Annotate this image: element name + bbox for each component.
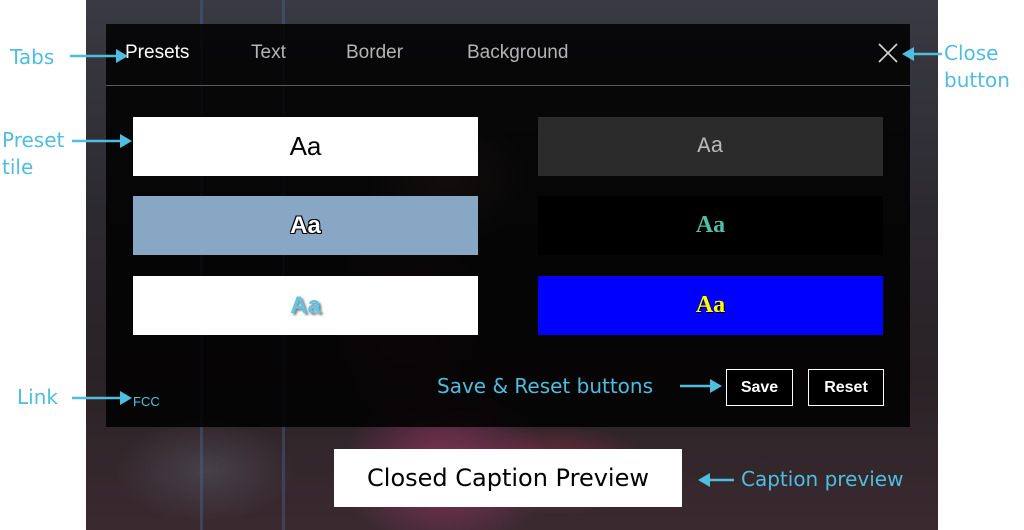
reset-button[interactable]: Reset <box>808 369 884 406</box>
tab-divider <box>106 85 910 86</box>
preset-sample-text: Aa <box>695 292 726 318</box>
tab-background[interactable]: Background <box>467 42 568 64</box>
annotation-caption-preview: Caption preview <box>741 467 904 491</box>
close-x-icon <box>878 43 898 63</box>
annotation-save-reset: Save & Reset buttons <box>437 374 654 398</box>
preset-sample-text: Aa <box>290 211 321 239</box>
caption-preview: Closed Caption Preview <box>334 449 682 507</box>
tab-text[interactable]: Text <box>251 42 286 64</box>
preset-tile-4[interactable]: Aa <box>538 196 883 255</box>
annotation-close-line1: Close <box>944 41 999 65</box>
annotation-preset-line2: tile <box>2 155 34 179</box>
preset-sample-text: Aa <box>697 134 724 159</box>
annotation-preset-line1: Preset <box>2 128 65 152</box>
preset-tile-6[interactable]: Aa <box>538 276 883 335</box>
preset-sample-text: Aa <box>695 212 726 238</box>
annotation-close-line2: button <box>944 68 1010 92</box>
preset-tile-1[interactable]: Aa <box>133 117 478 176</box>
annotation-preset-tile: Preset tile <box>2 127 64 181</box>
annotation-tabs: Tabs <box>10 45 55 69</box>
tab-bar: Presets Text Border Background <box>106 24 910 86</box>
preset-sample-text: Aa <box>289 131 322 161</box>
tab-presets[interactable]: Presets <box>125 42 189 64</box>
annotation-close-button: Close button <box>944 40 1010 94</box>
save-button[interactable]: Save <box>726 369 793 406</box>
annotation-link: Link <box>17 385 58 409</box>
fcc-link[interactable]: FCC <box>133 394 160 409</box>
preset-sample-text: Aa <box>290 291 321 319</box>
preset-tile-3[interactable]: Aa <box>133 196 478 255</box>
tab-border[interactable]: Border <box>346 42 403 64</box>
preset-tile-2[interactable]: Aa <box>538 117 883 176</box>
caption-settings-panel: Presets Text Border Background Aa Aa Aa … <box>106 24 910 427</box>
preset-tile-5[interactable]: Aa <box>133 276 478 335</box>
close-button[interactable] <box>876 41 900 65</box>
